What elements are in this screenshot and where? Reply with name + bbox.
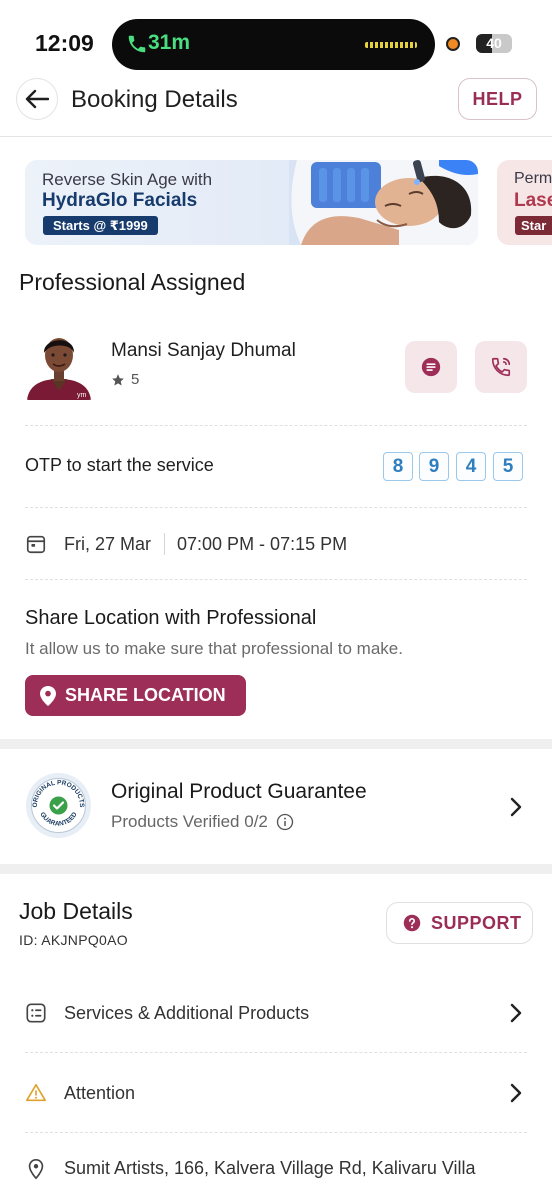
promo-carousel[interactable]: Reverse Skin Age with HydraGlo Facials S… [0,160,552,246]
recording-indicator-icon [446,37,460,51]
arrow-left-icon [25,89,49,109]
banner-headline: Perm [514,170,552,187]
dynamic-island[interactable]: 31m [112,19,435,70]
support-label: SUPPORT [431,912,522,933]
battery-level: 40 [486,35,502,51]
services-row[interactable]: Services & Additional Products [25,998,527,1028]
share-location-subtitle: It allow us to make sure that profession… [25,639,403,658]
otp-digit: 5 [493,452,523,481]
divider [25,579,527,580]
divider [25,1132,527,1133]
booking-time: 07:00 PM - 07:15 PM [177,533,348,554]
share-location-title: Share Location with Professional [25,607,317,629]
call-button[interactable] [475,341,527,393]
page-title: Booking Details [71,86,238,113]
location-pin-icon [40,685,56,706]
otp-label: OTP to start the service [25,455,214,475]
guarantee-title[interactable]: Original Product Guarantee [111,780,367,804]
promo-banner-hydraglo[interactable]: Reverse Skin Age with HydraGlo Facials S… [25,160,478,245]
help-circle-icon [403,914,421,932]
otp-digit: 9 [419,452,449,481]
rating-value: 5 [131,371,140,388]
back-button[interactable] [16,78,58,120]
professional-name: Mansi Sanjay Dhumal [111,340,296,361]
professional-rating: 5 [111,371,139,388]
calendar-icon [26,535,46,554]
banner-product: Lase [514,190,552,211]
otp-digit: 4 [456,452,486,481]
chat-button[interactable] [405,341,457,393]
list-icon [26,1003,46,1023]
professional-avatar[interactable]: ym [25,331,93,400]
divider [25,507,527,508]
attention-row[interactable]: Attention [25,1078,527,1108]
section-separator [0,739,552,749]
chevron-right-icon[interactable] [509,1083,523,1103]
divider [25,1052,527,1053]
attention-label: Attention [64,1082,136,1103]
address-label: Sumit Artists, 166, Kalvera Village Rd, … [64,1158,476,1178]
warning-icon [26,1083,46,1102]
banner-headline: Reverse Skin Age with [42,170,213,189]
chevron-right-icon[interactable] [509,797,523,817]
original-products-badge-icon: ORIGINAL PRODUCTS GUARANTEED [26,773,91,838]
banner-product: HydraGlo Facials [42,190,198,211]
professional-photo-image: ym [25,331,93,400]
app-header: Booking Details HELP [0,76,552,137]
job-details-title: Job Details [19,898,133,924]
share-location-button[interactable]: SHARE LOCATION [25,675,246,716]
avatar-caption: ym [77,392,87,399]
promo-banner-laser[interactable]: Perm Lase Star [497,160,552,245]
booking-schedule: Fri, 27 Mar 07:00 PM - 07:15 PM [25,531,347,557]
chevron-right-icon[interactable] [509,1003,523,1023]
star-icon [112,373,124,386]
phone-call-icon [128,35,146,53]
address-row[interactable]: Sumit Artists, 166, Kalvera Village Rd, … [25,1158,527,1200]
phone-icon [491,357,511,377]
banner-price-tag: Star [515,216,552,235]
location-pin-icon [28,1159,44,1180]
status-time: 12:09 [35,30,94,56]
help-button[interactable]: HELP [458,78,537,120]
audio-wave-icon [365,42,417,48]
facial-treatment-image [289,160,478,245]
banner-price-tag: Starts @ ₹1999 [43,216,158,235]
job-id: ID: AKJNPQ0AO [19,932,128,948]
support-button[interactable]: SUPPORT [386,902,533,944]
battery-icon: 40 [476,34,512,53]
share-location-label: SHARE LOCATION [65,685,226,705]
professional-section-title: Professional Assigned [19,269,246,295]
otp-digit: 8 [383,452,413,481]
status-bar: 12:09 31m 40 [0,0,552,80]
services-label: Services & Additional Products [64,1002,310,1023]
call-duration: 31m [148,31,191,54]
section-separator [0,864,552,874]
chat-bubble-icon [421,357,441,377]
guarantee-subtitle: Products Verified 0/2 [111,812,294,832]
divider [25,425,527,426]
separator [164,533,166,555]
booking-date: Fri, 27 Mar [64,533,152,554]
info-icon[interactable] [276,813,294,831]
products-verified: Products Verified 0/2 [111,812,268,831]
